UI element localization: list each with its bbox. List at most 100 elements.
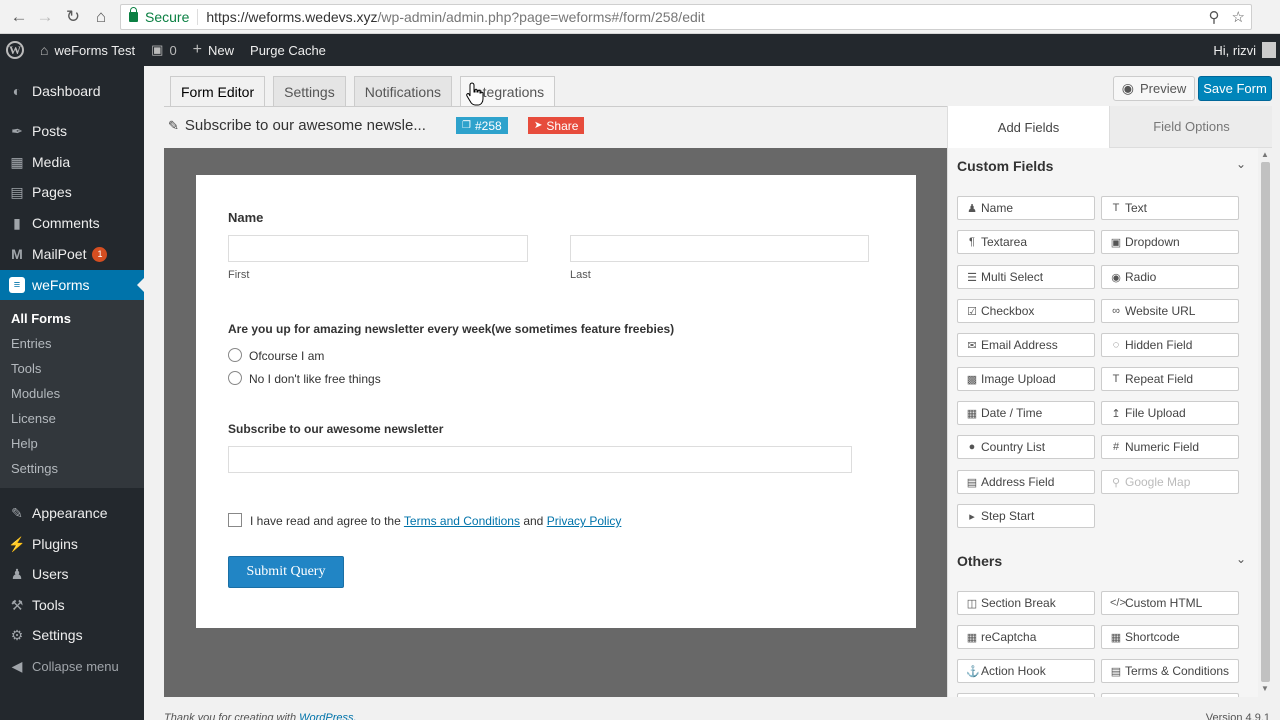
page-scrollbar[interactable]: [1272, 66, 1280, 720]
terms-link[interactable]: Terms and Conditions: [404, 514, 520, 528]
submenu-settings[interactable]: Settings: [11, 461, 58, 476]
first-name-input[interactable]: [228, 235, 528, 262]
brush-icon: ✎: [11, 504, 23, 521]
field-recaptcha-button[interactable]: ▦ reCaptcha: [957, 625, 1095, 649]
field-google-map-button[interactable]: ⚲ Google Map: [1101, 470, 1239, 494]
secure-indicator[interactable]: Secure: [121, 7, 199, 25]
privacy-link[interactable]: Privacy Policy: [547, 514, 622, 528]
field-country-list-button[interactable]: ● Country List: [957, 435, 1095, 459]
terms-checkbox[interactable]: [228, 513, 242, 527]
field-date-time-button[interactable]: ▦ Date / Time: [957, 401, 1095, 425]
form-id-badge[interactable]: ❐ #258: [456, 117, 508, 134]
field-section-break-button[interactable]: ◫ Section Break: [957, 591, 1095, 615]
save-form-button[interactable]: Save Form: [1198, 76, 1272, 101]
sidebar-item-users[interactable]: ♟ Users: [0, 559, 144, 589]
radio-option-no[interactable]: [228, 371, 242, 385]
field-label: Date / Time: [981, 406, 1043, 420]
sidebar-item-weforms[interactable]: ≡ weForms: [0, 270, 144, 300]
tab-form-editor[interactable]: Form Editor: [170, 76, 266, 107]
sidebar-item-posts[interactable]: ✒ Posts: [0, 116, 144, 146]
field-textarea-button[interactable]: ¶ Textarea: [957, 230, 1095, 254]
name-field-label: Name: [228, 210, 264, 225]
reload-icon[interactable]: ↻: [62, 6, 84, 28]
submenu-modules[interactable]: Modules: [11, 386, 60, 401]
collapse-menu-button[interactable]: ◀ Collapse menu: [0, 651, 144, 681]
subscribe-input[interactable]: [228, 446, 852, 473]
back-icon[interactable]: ←: [8, 6, 30, 28]
sidebar-item-media[interactable]: ▦ Media: [0, 147, 144, 177]
sidebar-item-settings[interactable]: ⚙ Settings: [0, 620, 144, 650]
field-text-button[interactable]: T Text: [1101, 196, 1239, 220]
sidebar-item-tools[interactable]: ⚒ Tools: [0, 590, 144, 620]
last-name-input[interactable]: [570, 235, 869, 262]
submenu-tools[interactable]: Tools: [11, 361, 41, 376]
field-action-hook-button[interactable]: ⚓ Action Hook: [957, 659, 1095, 683]
sidebar-item-mailpoet[interactable]: M MailPoet 1: [0, 239, 144, 269]
submit-query-button[interactable]: Submit Query: [228, 556, 344, 588]
fields-panel-scrollbar[interactable]: ▲ ▼: [1258, 148, 1273, 697]
sidebar-item-appearance[interactable]: ✎ Appearance: [0, 498, 144, 528]
field-terms-button[interactable]: ▤ Terms & Conditions: [1101, 659, 1239, 683]
sidebar-item-plugins[interactable]: ⚡ Plugins: [0, 529, 144, 559]
field-numeric-button[interactable]: # Numeric Field: [1101, 435, 1239, 459]
tab-field-options[interactable]: Field Options: [1109, 106, 1273, 148]
zoom-icon[interactable]: ⚲: [1209, 8, 1220, 26]
scroll-thumb[interactable]: [1261, 162, 1270, 682]
wordpress-link[interactable]: WordPress.: [299, 712, 356, 720]
sidebar-item-dashboard[interactable]: ◐ Dashboard: [0, 76, 144, 106]
address-bar[interactable]: Secure https://weforms.wedevs.xyz/wp-adm…: [120, 4, 1252, 30]
field-label: File Upload: [1125, 406, 1186, 420]
field-radio-button[interactable]: ◉ Radio: [1101, 265, 1239, 289]
my-account-menu[interactable]: Hi, rizvi: [1213, 34, 1280, 66]
field-label: Country List: [981, 440, 1046, 454]
preview-button[interactable]: ◉ Preview: [1113, 76, 1195, 101]
tab-notifications[interactable]: Notifications: [353, 76, 452, 107]
home-icon[interactable]: ⌂: [90, 6, 112, 28]
others-heading[interactable]: Others: [957, 553, 1002, 569]
browser-toolbar: ← → ↻ ⌂ Secure https://weforms.wedevs.xy…: [0, 0, 1280, 34]
chevron-down-icon[interactable]: ⌄: [1236, 157, 1246, 171]
field-custom-html-button[interactable]: </> Custom HTML: [1101, 591, 1239, 615]
comments-menu[interactable]: ▣ 0: [143, 34, 185, 66]
sidebar-item-comments[interactable]: ▮ Comments: [0, 208, 144, 238]
field-file-upload-button[interactable]: ↥ File Upload: [1101, 401, 1239, 425]
field-step-start-button[interactable]: ▸ Step Start: [957, 504, 1095, 528]
radio-option-yes[interactable]: [228, 348, 242, 362]
scroll-up-icon[interactable]: ▲: [1261, 150, 1269, 159]
field-partial-button[interactable]: [1101, 693, 1239, 697]
envelope-icon: ✉: [967, 339, 977, 352]
bookmark-star-icon[interactable]: ☆: [1232, 8, 1245, 26]
sidebar-item-label: Plugins: [32, 536, 78, 552]
field-website-url-button[interactable]: ∞ Website URL: [1101, 299, 1239, 323]
field-multi-select-button[interactable]: ☰ Multi Select: [957, 265, 1095, 289]
field-shortcode-button[interactable]: ▦ Shortcode: [1101, 625, 1239, 649]
purge-cache-menu[interactable]: Purge Cache: [242, 34, 334, 66]
field-repeat-button[interactable]: T Repeat Field: [1101, 367, 1239, 391]
wordpress-logo-icon: W: [6, 41, 24, 59]
new-content-menu[interactable]: + New: [185, 34, 242, 66]
wp-logo-menu[interactable]: W: [0, 34, 32, 66]
submenu-all-forms[interactable]: All Forms: [11, 311, 71, 326]
forward-icon[interactable]: →: [34, 6, 56, 28]
code-icon: </>: [1110, 597, 1126, 609]
submenu-help[interactable]: Help: [11, 436, 38, 451]
tab-add-fields[interactable]: Add Fields: [948, 106, 1109, 148]
share-button[interactable]: ➤ Share: [528, 117, 585, 134]
submenu-license[interactable]: License: [11, 411, 56, 426]
field-email-button[interactable]: ✉ Email Address: [957, 333, 1095, 357]
field-name-button[interactable]: ♟ Name: [957, 196, 1095, 220]
submenu-entries[interactable]: Entries: [11, 336, 51, 351]
chevron-down-icon[interactable]: ⌄: [1236, 552, 1246, 566]
sidebar-item-pages[interactable]: ▤ Pages: [0, 177, 144, 207]
field-partial-button[interactable]: [957, 693, 1095, 697]
field-dropdown-button[interactable]: ▣ Dropdown: [1101, 230, 1239, 254]
form-title[interactable]: ✎ Subscribe to our awesome newsle...: [168, 117, 426, 134]
scroll-down-icon[interactable]: ▼: [1261, 684, 1269, 693]
site-name-menu[interactable]: ⌂ weForms Test: [32, 34, 143, 66]
field-hidden-button[interactable]: ◌ Hidden Field: [1101, 333, 1239, 357]
field-address-button[interactable]: ▤ Address Field: [957, 470, 1095, 494]
tab-settings[interactable]: Settings: [273, 76, 346, 107]
field-checkbox-button[interactable]: ☑ Checkbox: [957, 299, 1095, 323]
custom-fields-heading[interactable]: Custom Fields: [957, 158, 1053, 174]
field-image-upload-button[interactable]: ▩ Image Upload: [957, 367, 1095, 391]
